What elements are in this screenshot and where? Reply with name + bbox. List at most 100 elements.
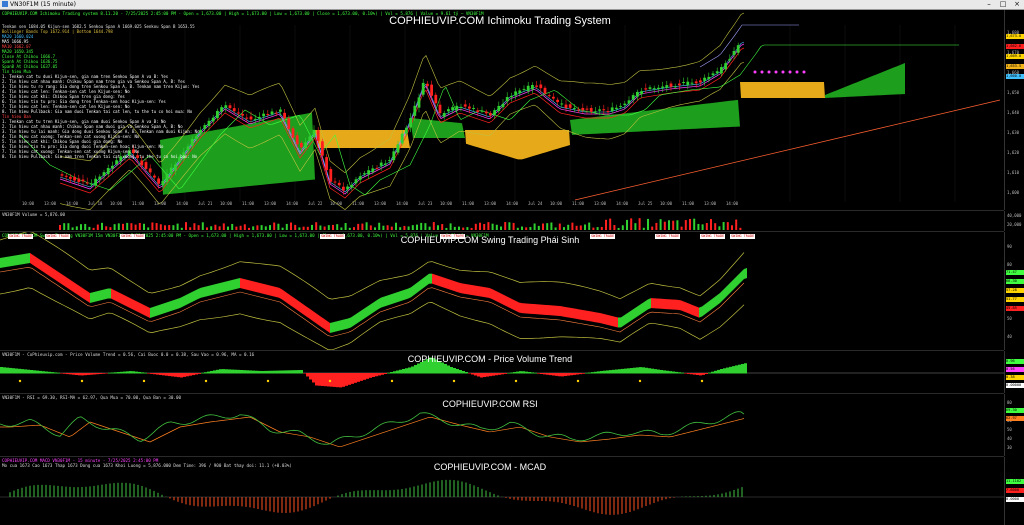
swing-axis-tick: 80 (1007, 262, 1012, 267)
candle-body (589, 108, 593, 112)
candle-body (329, 168, 333, 182)
pvt-price-tag: 0.38 (1006, 375, 1024, 380)
swing-band-segment (186, 293, 189, 305)
close-button[interactable]: × (1010, 0, 1024, 9)
candle-body (568, 104, 572, 108)
pvt-area-segment (606, 370, 609, 374)
candle-body (493, 110, 496, 115)
swing-band-segment (213, 284, 216, 295)
pvt-area-segment (147, 373, 150, 374)
swing-band-segment (42, 261, 45, 273)
swing-band-segment (633, 307, 636, 320)
pvt-area-segment (279, 370, 282, 374)
pvt-area-segment (108, 372, 111, 374)
rsi-axis[interactable]: 80706050403069.3062.97 (1004, 394, 1024, 456)
projection-marker (788, 70, 792, 74)
candle-body (736, 45, 740, 53)
volume-bar (378, 222, 381, 230)
volume-bar (84, 223, 87, 230)
swing-band-segment (732, 278, 735, 291)
time-tick-label: 13:00 (484, 201, 497, 206)
pvt-area-segment (519, 371, 522, 374)
pvt-area-segment (186, 373, 189, 377)
candle-body (657, 87, 660, 90)
swing-band-segment (12, 255, 15, 266)
swing-band-segment (465, 283, 468, 295)
pvt-area-segment (99, 373, 102, 374)
pvt-area-segment (687, 373, 690, 374)
pvt-area-segment (309, 373, 312, 380)
volume-axis[interactable]: 40,000 20,000 (1004, 211, 1024, 231)
volume-bar (411, 225, 414, 230)
swing-band-segment (324, 318, 327, 331)
candle-body (81, 179, 85, 182)
pvt-area-segment (294, 370, 297, 374)
swing-band-segment (714, 295, 717, 308)
swing-band-segment (558, 305, 561, 317)
time-tick-label: 13:00 (44, 201, 57, 206)
pvt-area-segment (252, 370, 255, 374)
volume-bar (558, 223, 561, 230)
pvt-area-segment (93, 373, 96, 375)
pvt-area-segment (27, 369, 30, 374)
pvt-area-segment (363, 373, 366, 380)
swing-band-segment (288, 293, 291, 306)
swing-trading-pane[interactable]: COPHIEUVIP.COM Swing Trading VN30F1M 15m… (0, 232, 1004, 351)
volume-bar (550, 222, 553, 230)
swing-band-segment (474, 285, 477, 296)
volume-bar (231, 223, 234, 230)
candle-body (581, 107, 585, 111)
pvt-area-segment (657, 369, 660, 374)
pvt-pane-header: VN30F1M - CoPhieuvip.com - Price Volume … (2, 352, 255, 357)
volume-bar (159, 224, 162, 230)
pvt-area-segment (555, 373, 558, 376)
swing-band-segment (687, 302, 690, 314)
candle-body (526, 85, 530, 92)
pvt-axis[interactable]: 0.96 0.56 0.38 0.00000 (1004, 351, 1024, 393)
macd-pane[interactable]: COPHIEUVIP.COM MACD VN30F1M - 15 minute … (0, 457, 1004, 525)
pvt-area-segment (372, 373, 375, 377)
pvt-signal-marker (390, 379, 394, 383)
ichimoku-price-pane[interactable]: COPHIEUVIP.COM Ichimoku Trading system 8… (0, 10, 1004, 211)
pvt-area-segment (120, 371, 123, 374)
pvt-area-segment (264, 370, 267, 374)
time-tick-label: 11:00 (242, 201, 255, 206)
swing-axis[interactable]: 90807060504071.4766.3057.2851.7745.85 (1004, 232, 1024, 350)
volume-bar (659, 219, 662, 230)
volume-bar (122, 223, 124, 230)
pvt-area-segment (141, 372, 144, 374)
pvt-area-segment (225, 369, 228, 374)
maximize-button[interactable]: □ (996, 0, 1010, 9)
minimize-button[interactable]: – (982, 0, 996, 9)
candle-body (619, 105, 622, 107)
swing-trade-label: SWING TRADE (700, 234, 726, 239)
volume-bar (672, 220, 675, 230)
rsi-pane[interactable]: VN30F1M - RSI = 69.30, RSI-MA = 62.97, Q… (0, 394, 1004, 457)
volume-bar (432, 222, 435, 230)
price-tag: 1,660.0 (1006, 74, 1024, 79)
price-axis-tick: 1,640 (1007, 110, 1020, 115)
candle-body (220, 107, 223, 112)
volume-pane[interactable]: VN30F1M Volume = 5,876.00 (0, 211, 1004, 232)
pvt-area-segment (75, 373, 78, 375)
pvt-area-segment (210, 371, 213, 374)
candle-body (165, 173, 169, 183)
price-volume-trend-pane[interactable]: VN30F1M - CoPhieuvip.com - Price Volume … (0, 351, 1004, 394)
swing-band-segment (684, 301, 687, 313)
volume-bar (613, 225, 616, 230)
pvt-area-segment (660, 370, 663, 374)
swing-band-segment (102, 289, 105, 300)
pvt-area-segment (342, 373, 345, 387)
pvt-area-segment (567, 373, 570, 376)
pvt-area-segment (315, 373, 318, 386)
pvt-area-segment (522, 371, 525, 374)
macd-axis[interactable]: 11.1162 7.6000 0.0000 (1004, 457, 1024, 525)
pvt-area-segment (213, 370, 216, 374)
candle-body (77, 178, 81, 182)
main-price-axis[interactable]: 1,680 1,670 1,660 1,650 1,640 1,630 1,620 1,610… (1004, 10, 1024, 210)
pvt-area-segment (531, 372, 534, 374)
volume-bar (546, 223, 549, 230)
candle-body (350, 185, 354, 188)
candle-body (253, 118, 257, 120)
time-tick-label: 11:00 (682, 201, 695, 206)
